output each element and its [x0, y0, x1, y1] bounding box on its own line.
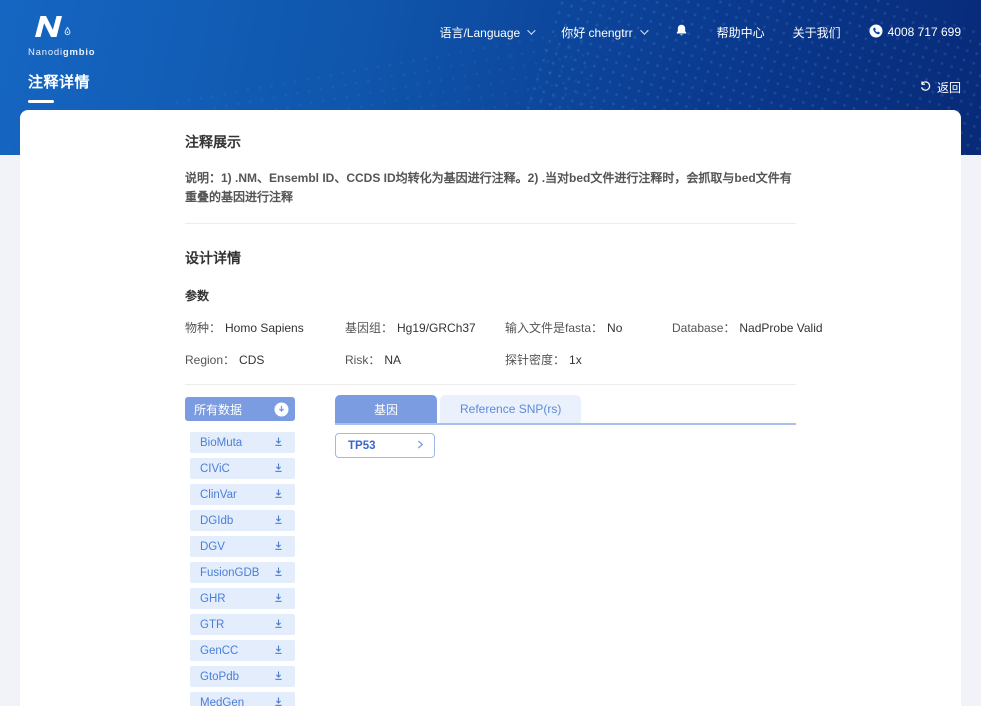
parameter: 输入文件是fasta： No	[505, 319, 672, 336]
database-item[interactable]: FusionGDB	[190, 562, 295, 583]
parameter-value: Homo Sapiens	[225, 321, 304, 335]
download-icon[interactable]	[273, 592, 284, 606]
gene-tp53-button[interactable]: TP53	[335, 433, 435, 458]
parameter-label: 输入文件是fasta：	[505, 321, 603, 335]
parameter-value: NA	[384, 353, 401, 367]
tab-gene[interactable]: 基因	[335, 395, 437, 423]
page-title-block: 注释详情	[28, 71, 90, 103]
database-item[interactable]: GtoPdb	[190, 666, 295, 687]
top-bar: Nanodigmbio 语言/Language 你好 chengtrr	[0, 0, 981, 58]
parameter-grid: 物种： Homo Sapiens 基因组： Hg19/GRCh37 输入文件是fas…	[185, 319, 796, 368]
database-item-label: GenCC	[200, 645, 238, 657]
download-icon[interactable]	[273, 696, 284, 706]
database-item[interactable]: GHR	[190, 588, 295, 609]
parameter-value: 1x	[569, 353, 582, 367]
database-item-label: CIViC	[200, 463, 230, 475]
download-icon[interactable]	[273, 462, 284, 476]
database-item-label: GHR	[200, 593, 226, 605]
brand-logo[interactable]: Nanodigmbio	[28, 13, 95, 58]
design-details-heading: 设计详情	[185, 248, 796, 268]
all-data-label: 所有数据	[194, 401, 242, 418]
language-menu[interactable]: 语言/Language	[439, 24, 533, 41]
parameter-value: NadProbe Valid	[739, 321, 822, 335]
database-item[interactable]: DGIdb	[190, 510, 295, 531]
database-item-label: BioMuta	[200, 437, 242, 449]
parameter: Region： CDS	[185, 351, 345, 368]
parameter: 物种： Homo Sapiens	[185, 319, 345, 336]
logo-wordmark: Nanodigmbio	[28, 47, 95, 58]
database-item-label: FusionGDB	[200, 567, 259, 579]
all-data-header: 所有数据	[185, 397, 295, 421]
database-item[interactable]: ClinVar	[190, 484, 295, 505]
database-item-label: ClinVar	[200, 489, 237, 501]
content-card: 注释展示 说明：1) .NM、Ensembl ID、CCDS ID均转化为基因进…	[20, 110, 961, 706]
parameter-label: Region：	[185, 353, 235, 367]
database-item-label: MedGen	[200, 697, 244, 706]
database-item-label: DGIdb	[200, 515, 233, 527]
parameter-label: Database：	[672, 321, 735, 335]
back-button[interactable]: 返回	[919, 79, 961, 96]
parameter-value: CDS	[239, 353, 264, 367]
database-item[interactable]: GenCC	[190, 640, 295, 661]
download-icon[interactable]	[273, 644, 284, 658]
user-menu[interactable]: 你好 chengtrr	[561, 24, 645, 41]
tab-strip: 基因 Reference SNP(rs)	[335, 397, 796, 425]
undo-arrow-icon	[919, 79, 932, 95]
parameter-label: 物种：	[185, 321, 221, 335]
parameters-title: 参数	[185, 287, 796, 304]
tab-reference-snp[interactable]: Reference SNP(rs)	[440, 395, 581, 423]
download-icon[interactable]	[273, 670, 284, 684]
gene-row: TP53	[335, 433, 796, 458]
database-item[interactable]: MedGen	[190, 692, 295, 706]
gene-label: TP53	[348, 440, 376, 452]
divider	[185, 223, 796, 224]
download-icon[interactable]	[273, 618, 284, 632]
notifications-button[interactable]	[674, 23, 689, 41]
top-navigation: 语言/Language 你好 chengtrr 帮助中心 关于我们	[439, 23, 961, 41]
download-icon[interactable]	[273, 514, 284, 528]
chevron-down-icon	[527, 26, 535, 34]
chevron-down-icon	[640, 26, 648, 34]
download-icon[interactable]	[273, 436, 284, 450]
data-area: 所有数据 BioMuta	[185, 397, 796, 706]
database-item-label: GTR	[200, 619, 224, 631]
download-icon[interactable]	[273, 540, 284, 554]
divider	[185, 384, 796, 385]
database-item[interactable]: CIViC	[190, 458, 295, 479]
download-all-icon[interactable]	[274, 402, 289, 417]
databases-sidebar: 所有数据 BioMuta	[185, 397, 295, 706]
parameter: 基因组： Hg19/GRCh37	[345, 319, 505, 336]
phone-icon	[869, 24, 888, 41]
parameter: Risk： NA	[345, 351, 505, 368]
parameter-value: Hg19/GRCh37	[397, 321, 476, 335]
help-center-link[interactable]: 帮助中心	[717, 24, 765, 41]
database-item[interactable]: GTR	[190, 614, 295, 635]
database-item[interactable]: BioMuta	[190, 432, 295, 453]
download-icon[interactable]	[273, 566, 284, 580]
results-panel: 基因 Reference SNP(rs) TP53	[335, 397, 796, 706]
annotation-display-heading: 注释展示	[185, 132, 796, 152]
about-us-link[interactable]: 关于我们	[793, 24, 841, 41]
download-icon[interactable]	[273, 488, 284, 502]
page-title: 注释详情	[28, 71, 90, 92]
parameter-label: Risk：	[345, 353, 380, 367]
annotation-note: 说明：1) .NM、Ensembl ID、CCDS ID均转化为基因进行注释。2…	[185, 169, 796, 207]
database-item-label: GtoPdb	[200, 671, 239, 683]
database-list: BioMuta CIViC	[190, 432, 295, 706]
parameter-label: 探针密度：	[505, 353, 565, 367]
parameter: Database： NadProbe Valid	[672, 319, 823, 336]
database-item-label: DGV	[200, 541, 225, 553]
parameter-label: 基因组：	[345, 321, 393, 335]
title-bar: 注释详情 返回	[0, 58, 981, 103]
title-underline	[28, 100, 54, 103]
logo-n-icon	[28, 13, 80, 46]
database-item[interactable]: DGV	[190, 536, 295, 557]
bell-icon	[674, 23, 689, 41]
parameter: 探针密度： 1x	[505, 351, 672, 368]
parameter-value: No	[607, 321, 622, 335]
chevron-right-icon	[416, 440, 425, 452]
hotline-number: 4008 717 699	[869, 24, 961, 41]
